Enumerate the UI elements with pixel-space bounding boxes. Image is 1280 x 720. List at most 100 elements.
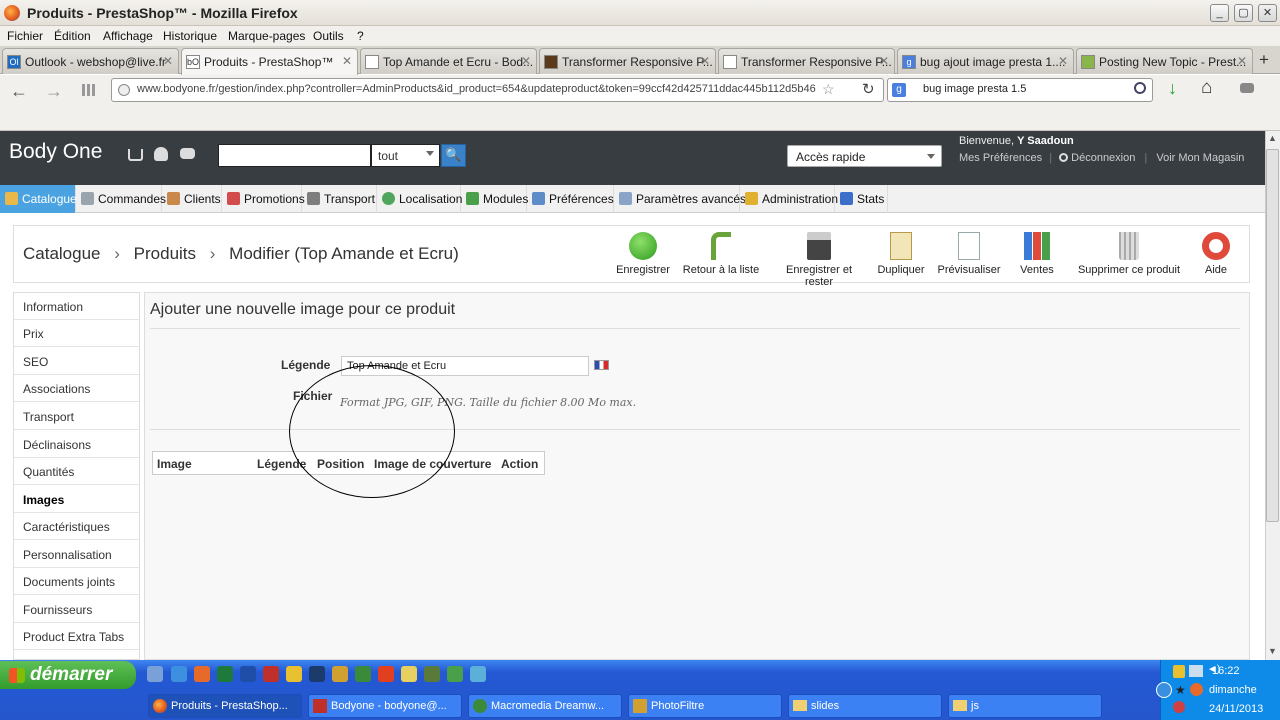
minimize-button[interactable]: _ [1210,4,1229,22]
nav-documents-joints[interactable]: Documents joints [14,568,139,595]
save-button[interactable]: Enregistrer [615,232,671,276]
view-shop-link[interactable]: Voir Mon Magasin [1156,152,1244,164]
word-icon[interactable] [240,666,256,682]
close-tab-icon[interactable]: ✕ [1058,54,1068,68]
folder-quick-icon[interactable] [401,666,417,682]
photoshop-icon[interactable] [309,666,325,682]
preview-button[interactable]: Prévisualiser [936,232,1002,276]
network-icon[interactable] [1189,665,1203,677]
search-submit-button[interactable]: 🔍 [441,144,466,167]
menu-promotions[interactable]: Promotions [222,185,305,213]
flash-icon[interactable] [378,666,394,682]
app-quick-icon-2[interactable] [447,666,463,682]
nav-prix[interactable]: Prix [14,320,139,347]
close-tab-icon[interactable]: ✕ [700,54,710,68]
google-engine-icon[interactable]: g [892,83,906,97]
photofiltre-quick-icon[interactable] [332,666,348,682]
task-slides[interactable]: slides [788,694,942,718]
star-tray-icon[interactable]: ★ [1175,683,1186,697]
my-preferences-link[interactable]: Mes Préférences [959,152,1042,164]
tab-transformer-1[interactable]: Transformer Responsive P... ✕ [539,48,716,74]
scrollbar-thumb[interactable] [1266,149,1279,522]
avast-icon[interactable] [1190,683,1203,696]
breadcrumb-products[interactable]: Produits [134,244,196,263]
ie-icon[interactable] [171,666,187,682]
nav-quantites[interactable]: Quantités [14,458,139,485]
nav-images[interactable]: Images [14,486,139,513]
firefox-quick-icon[interactable] [194,666,210,682]
scroll-down-icon[interactable]: ▼ [1268,646,1277,656]
delete-product-button[interactable]: Supprimer ce produit [1077,232,1181,276]
menu-stats[interactable]: Stats [835,185,888,213]
search-icon[interactable] [1134,82,1146,94]
tray-expand-icon[interactable] [1156,682,1172,698]
nav-associations[interactable]: Associations [14,375,139,402]
nav-caracteristiques[interactable]: Caractéristiques [14,513,139,540]
app-quick-icon[interactable] [424,666,440,682]
tab-posting[interactable]: Posting New Topic - Prest... ✕ [1076,48,1253,74]
site-identity-icon[interactable] [118,84,130,96]
cart-icon[interactable] [128,149,143,161]
task-produits[interactable]: Produits - PrestaShop... [148,694,302,718]
menu-help[interactable]: ? [357,29,364,43]
menu-affichage[interactable]: Affichage [103,29,153,43]
menu-fichier[interactable]: Fichier [7,29,43,43]
close-tab-icon[interactable]: ✕ [521,54,531,68]
nav-information[interactable]: Information [14,293,139,320]
menu-modules[interactable]: Modules [461,185,528,213]
admin-search-input[interactable] [218,144,371,167]
close-tab-icon[interactable]: ✕ [879,54,889,68]
nav-product-extra-tabs[interactable]: Product Extra Tabs [14,623,139,650]
menu-marque-pages[interactable]: Marque-pages [228,29,305,43]
menu-commandes[interactable]: Commandes [76,185,166,213]
forward-icon[interactable]: → [45,81,63,102]
nav-personnalisation[interactable]: Personnalisation [14,541,139,568]
search-bar[interactable]: g bug image presta 1.5 [887,78,1153,102]
task-bodyone[interactable]: Bodyone - bodyone@... [308,694,462,718]
nav-seo[interactable]: SEO [14,348,139,375]
clock-time[interactable]: 16:22 [1212,665,1240,677]
customer-icon[interactable] [154,147,168,161]
excel-icon[interactable] [217,666,233,682]
tab-produits[interactable]: bO Produits - PrestaShop™ ✕ [181,48,358,75]
security-shield-icon[interactable] [1173,665,1185,678]
tab-outlook[interactable]: Ol Outlook - webshop@live.fr ✕ [2,48,179,74]
sales-button[interactable]: Ventes [1014,232,1060,276]
dreamweaver-quick-icon[interactable] [355,666,371,682]
bookmark-star-icon[interactable]: ☆ [822,81,835,98]
shop-name[interactable]: Body One [9,140,102,164]
quick-access-select[interactable]: Accès rapide [787,145,942,167]
menu-administration[interactable]: Administration [740,185,838,213]
breadcrumb-catalogue[interactable]: Catalogue [23,244,101,263]
menu-localisation[interactable]: Localisation [377,185,462,213]
task-photofiltre[interactable]: PhotoFiltre [628,694,782,718]
nav-transport[interactable]: Transport [14,403,139,430]
menu-catalogue[interactable]: Catalogue [0,185,77,213]
logout-link[interactable]: Déconnexion [1071,152,1135,164]
nav-fournisseurs[interactable]: Fournisseurs [14,596,139,623]
task-js[interactable]: js [948,694,1102,718]
task-dreamweaver[interactable]: Macromedia Dreamw... [468,694,622,718]
tab-bug-ajout[interactable]: g bug ajout image presta 1.... ✕ [897,48,1074,74]
tab-transformer-2[interactable]: Transformer Responsive P... ✕ [718,48,895,74]
menu-preferences[interactable]: Préférences [527,185,614,213]
reload-icon[interactable]: ↻ [862,80,875,98]
help-button[interactable]: Aide [1196,232,1236,276]
menu-advanced-parameters[interactable]: Paramètres avancés [614,185,746,213]
media-player-icon[interactable] [286,666,302,682]
menu-outils[interactable]: Outils [313,29,344,43]
close-window-button[interactable]: ✕ [1258,4,1277,22]
home-icon[interactable]: ⌂ [1201,77,1212,99]
save-and-stay-button[interactable]: Enregistrer et rester [771,232,867,288]
back-icon[interactable]: ← [10,81,28,102]
menu-historique[interactable]: Historique [163,29,217,43]
close-tab-icon[interactable]: ✕ [342,54,352,68]
search-scope-select[interactable]: tout [371,144,440,167]
alert-tray-icon[interactable] [1173,701,1185,713]
messages-icon[interactable] [180,148,195,159]
maximize-button[interactable]: ▢ [1234,4,1253,22]
menu-clients[interactable]: Clients [162,185,222,213]
history-icon[interactable] [82,84,96,96]
quicklaunch-app-icon[interactable] [147,666,163,682]
download-icon[interactable]: ↓ [1168,78,1177,99]
